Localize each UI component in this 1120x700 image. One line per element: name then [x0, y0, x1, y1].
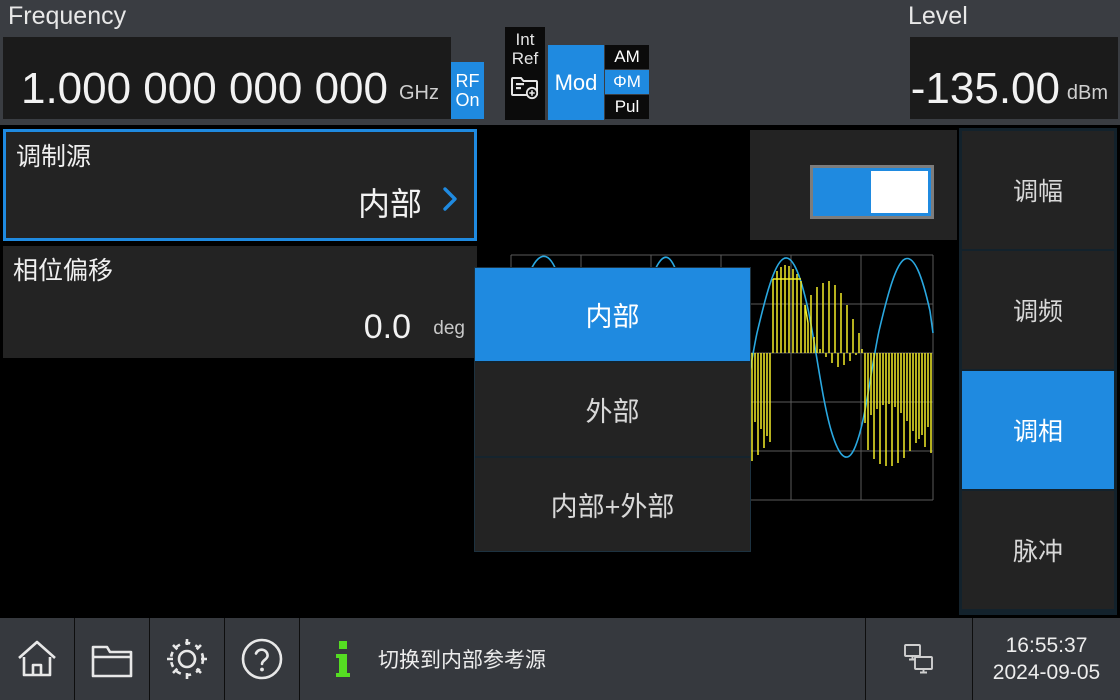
mod-label: Mod	[554, 69, 598, 95]
dropdown-option-internal[interactable]: 内部	[475, 268, 750, 361]
mod-tag-am[interactable]: AM	[605, 45, 649, 69]
frequency-unit: GHz	[399, 82, 439, 104]
param-modulation-source[interactable]: 调制源 内部	[3, 129, 477, 241]
folder-save-icon	[511, 74, 539, 105]
status-message: 切换到内部参考源	[378, 649, 546, 672]
toggle-knob	[871, 171, 928, 213]
footer-divider	[299, 618, 300, 700]
modulation-source-dropdown[interactable]: 内部 外部 内部+外部	[474, 267, 751, 552]
frequency-title: Frequency	[8, 2, 127, 30]
sidebar-item-fm[interactable]: 调频	[962, 251, 1114, 369]
modulation-state-panel	[750, 130, 957, 240]
param-modulation-source-value: 内部	[357, 186, 422, 222]
int-ref-line1: Int	[515, 30, 535, 49]
frequency-value: 1.000 000 000 000	[20, 64, 388, 113]
dropdown-option-external[interactable]: 外部	[475, 363, 750, 456]
param-phase-offset-unit: deg	[433, 318, 465, 339]
param-phase-offset[interactable]: 相位偏移 0.0 deg	[3, 246, 477, 358]
frequency-readout[interactable]: 1.000 000 000 000 GHz	[3, 37, 451, 119]
modulation-sidebar: 调幅 调频 调相 脉冲	[959, 128, 1117, 615]
gear-icon[interactable]	[150, 618, 224, 700]
sidebar-item-pulse[interactable]: 脉冲	[962, 491, 1114, 609]
home-icon[interactable]	[0, 618, 74, 700]
param-phase-offset-value: 0.0	[363, 308, 411, 346]
rf-on-line2: On	[455, 89, 480, 110]
level-block: Level -135.00 dBm	[900, 0, 1120, 125]
clock-time: 16:55:37	[1005, 633, 1088, 657]
sidebar-item-pm[interactable]: 调相	[962, 371, 1114, 489]
rf-on-button[interactable]: RF On	[451, 62, 484, 119]
mod-indicator[interactable]: Mod	[548, 45, 604, 120]
level-unit: dBm	[1066, 82, 1108, 104]
mod-tag-list: AM ΦM Pul	[605, 45, 649, 120]
modulation-toggle-switch[interactable]	[810, 165, 934, 219]
remote-display-icon[interactable]	[866, 618, 972, 700]
chevron-right-icon[interactable]	[440, 185, 460, 218]
clock: 16:55:37 2024-09-05	[973, 618, 1120, 700]
frequency-block: Frequency 1.000 000 000 000 GHz RF On	[0, 0, 487, 125]
param-modulation-source-label: 调制源	[16, 143, 92, 171]
int-ref-line2: Ref	[511, 49, 539, 69]
sidebar-item-am[interactable]: 调幅	[962, 131, 1114, 249]
level-title: Level	[908, 2, 968, 30]
help-icon[interactable]	[225, 618, 299, 700]
mod-tag-pm[interactable]: ΦM	[605, 70, 649, 94]
header-bar: Frequency 1.000 000 000 000 GHz RF On In…	[0, 0, 1120, 125]
dropdown-option-internal-plus-external[interactable]: 内部+外部	[475, 458, 750, 551]
parameter-list: 调制源 内部 相位偏移 0.0 deg	[3, 129, 477, 363]
param-phase-offset-label: 相位偏移	[13, 257, 114, 285]
info-icon	[325, 618, 361, 700]
status-bar: 切换到内部参考源 16:55:37 2024-09-05	[0, 618, 1120, 700]
level-readout[interactable]: -135.00 dBm	[910, 37, 1118, 119]
folder-icon[interactable]	[75, 618, 149, 700]
int-ref-indicator[interactable]: Int Ref	[505, 27, 545, 120]
clock-date: 2024-09-05	[992, 661, 1101, 684]
mod-tag-pulse[interactable]: Pul	[605, 95, 649, 119]
level-value: -135.00	[910, 64, 1060, 113]
main-area: 0 -1	[0, 125, 1120, 618]
instrument-screen: Frequency 1.000 000 000 000 GHz RF On In…	[0, 0, 1120, 700]
rf-on-line1: RF	[455, 70, 480, 91]
